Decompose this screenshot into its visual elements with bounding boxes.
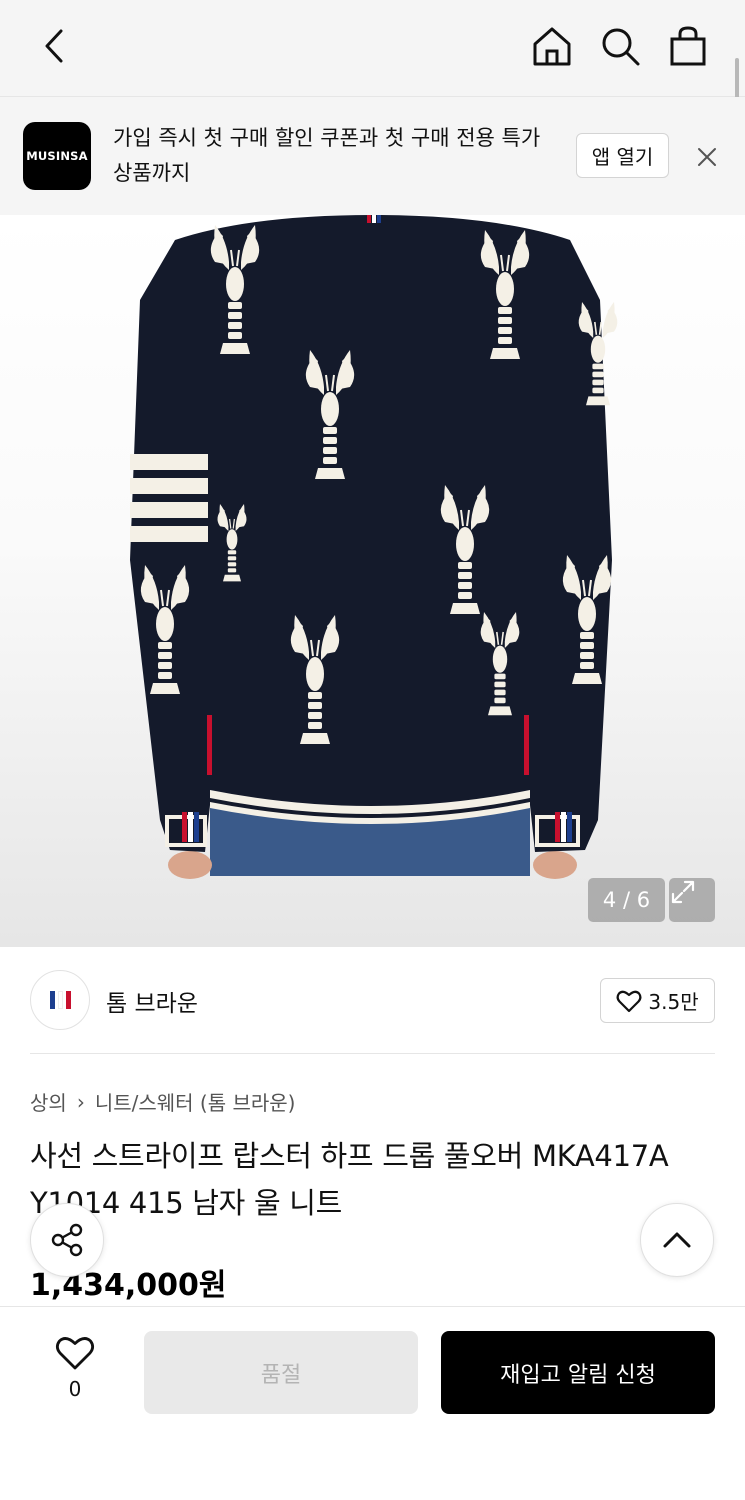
heart-icon [55, 1337, 95, 1370]
cart-button[interactable] [664, 22, 712, 70]
home-button[interactable] [528, 22, 576, 70]
expand-icon [671, 880, 695, 904]
brand-logo-stripe [57, 991, 63, 1009]
share-button[interactable] [30, 1203, 104, 1277]
back-button[interactable] [30, 22, 78, 70]
brand-like-button[interactable]: 3.5만 [600, 978, 715, 1023]
brand-logo-stripe [49, 991, 55, 1009]
brand-like-count: 3.5만 [648, 990, 699, 1014]
product-image [130, 215, 619, 879]
scroll-to-top-button[interactable] [640, 1203, 714, 1277]
musinsa-logo: MUSINSA [23, 122, 91, 190]
brand-logo-stripe [65, 991, 71, 1009]
breadcrumb-subcategory[interactable]: 니트/스웨터 (톰 브라운) [95, 1087, 296, 1116]
chevron-up-icon [663, 1232, 691, 1248]
share-icon [51, 1223, 83, 1257]
brand-name-link[interactable]: 톰 브라운 [106, 984, 198, 1018]
breadcrumb: 상의 › 니트/스웨터 (톰 브라운) [30, 1087, 295, 1116]
brand-row: 톰 브라운 3.5만 [30, 970, 715, 1032]
bottom-action-bar: 0 품절 재입고 알림 신청 [0, 1306, 745, 1500]
breadcrumb-separator: › [76, 1089, 85, 1114]
product-like-count: 0 [68, 1377, 82, 1401]
close-icon [698, 148, 716, 166]
breadcrumb-category[interactable]: 상의 [30, 1087, 67, 1116]
open-app-button[interactable]: 앱 열기 [576, 133, 669, 178]
promo-message: 가입 즉시 첫 구매 할인 쿠폰과 첫 구매 전용 특가 상품까지 [113, 126, 541, 185]
app-promo-banner: MUSINSA 가입 즉시 첫 구매 할인 쿠폰과 첫 구매 전용 특가 상품까… [0, 97, 745, 215]
divider [30, 1053, 715, 1054]
top-navigation-bar [0, 0, 745, 124]
gallery-counter: 4 / 6 [588, 878, 665, 922]
heart-icon [616, 990, 642, 1012]
product-image-gallery[interactable]: 4 / 6 [0, 215, 745, 947]
search-icon [602, 28, 640, 66]
expand-image-button[interactable] [669, 878, 715, 922]
product-title: 사선 스트라이프 랍스터 하프 드롭 풀오버 MKA417A Y1014 415… [30, 1139, 669, 1220]
sold-out-button: 품절 [144, 1331, 418, 1414]
product-like-button[interactable]: 0 [45, 1335, 105, 1405]
close-promo-button[interactable] [690, 140, 724, 174]
search-button[interactable] [596, 22, 644, 70]
chevron-left-icon [45, 29, 63, 63]
shopping-bag-icon [670, 26, 706, 66]
brand-logo[interactable] [30, 970, 90, 1030]
restock-alert-button[interactable]: 재입고 알림 신청 [441, 1331, 715, 1414]
home-icon [533, 27, 571, 66]
